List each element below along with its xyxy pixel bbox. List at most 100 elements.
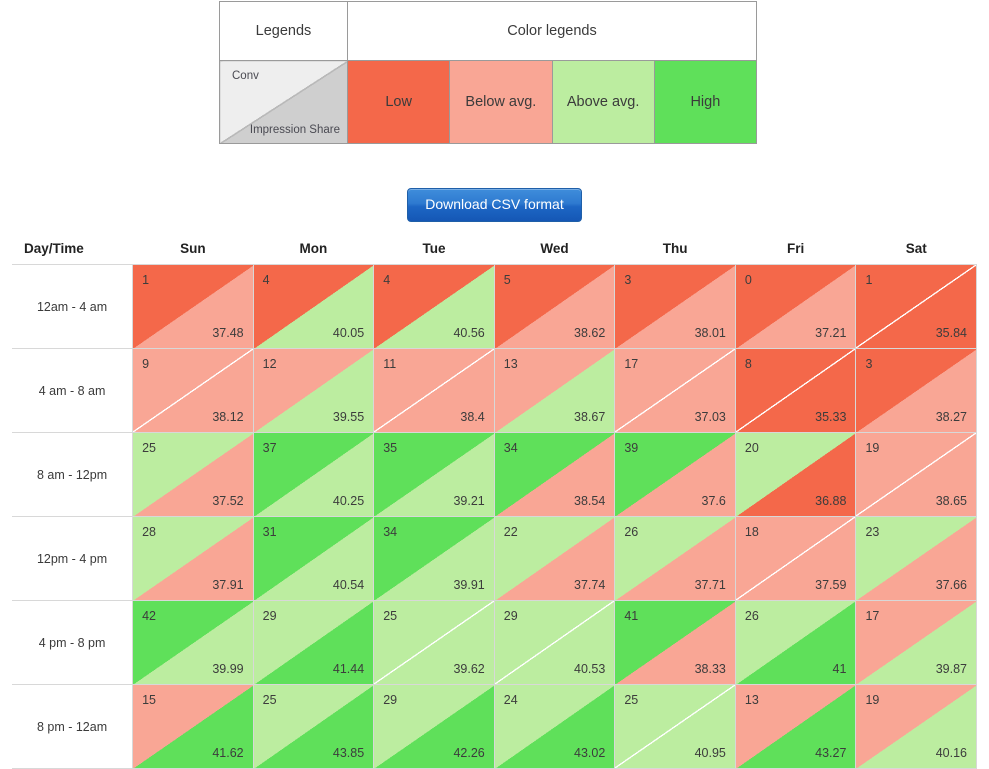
heatmap-cell-conversions: 17 xyxy=(865,609,880,623)
legend-impression-share-label: Impression Share xyxy=(249,124,340,136)
heatmap-cell[interactable]: 19 40.16 xyxy=(855,684,977,769)
heatmap-cell-conversions: 29 xyxy=(262,609,277,623)
heatmap-row: 8 pm - 12am 15 41.62 25 43.85 29 42.26 24 43.02 2… xyxy=(12,684,977,769)
heatmap-row-label: 12pm - 4 pm xyxy=(12,516,134,601)
heatmap-cell-conversions: 19 xyxy=(865,441,880,455)
heatmap-cell-conversions: 15 xyxy=(142,693,156,707)
heatmap-cell-conversions: 31 xyxy=(262,525,277,539)
heatmap-cell-conversions: 4 xyxy=(383,273,391,287)
heatmap-cell-impression-share: 40.95 xyxy=(694,746,726,760)
heatmap-cell-conversions: 5 xyxy=(503,273,511,287)
heatmap-cell[interactable]: 13 43.27 xyxy=(734,684,857,769)
heatmap-cell[interactable]: 28 37.91 xyxy=(132,516,254,601)
heatmap-cell[interactable]: 29 40.53 xyxy=(493,600,616,685)
heatmap-cell-conversions: 3 xyxy=(865,357,873,371)
legend-conv-label: Conv xyxy=(232,70,259,82)
heatmap-cell[interactable]: 37 40.25 xyxy=(252,432,375,517)
heatmap-cell[interactable]: 24 43.02 xyxy=(493,684,616,769)
heatmap-cell[interactable]: 25 39.62 xyxy=(373,600,495,685)
heatmap-cell-impression-share: 37.74 xyxy=(574,578,606,592)
legend-swatch-low: Low xyxy=(346,60,451,144)
heatmap-cell-conversions: 34 xyxy=(383,525,398,539)
heatmap-cell-conversions: 0 xyxy=(744,273,752,287)
heatmap-cell-conversions: 1 xyxy=(142,273,150,287)
heatmap-cell-impression-share: 38.65 xyxy=(935,494,967,508)
heatmap-cell-impression-share: 39.91 xyxy=(453,578,485,592)
heatmap-cell-impression-share: 40.56 xyxy=(453,326,485,340)
heatmap-cell[interactable]: 9 38.12 xyxy=(132,348,254,433)
heatmap-cell[interactable]: 13 38.67 xyxy=(493,348,616,433)
heatmap-cell[interactable]: 23 37.66 xyxy=(855,516,977,601)
heatmap-cell[interactable]: 1 37.48 xyxy=(132,264,254,349)
legend-table: Legends Color legends Conv Impression Sh… xyxy=(219,1,758,144)
heatmap-cell[interactable]: 15 41.62 xyxy=(132,684,254,769)
heatmap-cell[interactable]: 34 39.91 xyxy=(373,516,495,601)
legend-swatch-above-avg: Above avg. xyxy=(551,60,655,144)
heatmap-cell[interactable]: 4 40.56 xyxy=(373,264,495,349)
heatmap-row: 4 pm - 8 pm 42 39.99 29 41.44 25 39.62 29 40.53 4… xyxy=(12,600,977,685)
heatmap-cell[interactable]: 31 40.54 xyxy=(252,516,375,601)
legend-swatch-row: Conv Impression Share Low Below avg. Abo… xyxy=(219,60,758,144)
heatmap-cell[interactable]: 42 39.99 xyxy=(132,600,254,685)
heatmap-cell-impression-share: 36.88 xyxy=(815,494,847,508)
heatmap-col-header-sun: Sun xyxy=(132,238,254,265)
heatmap-cell-conversions: 18 xyxy=(744,525,759,539)
heatmap-cell-conversions: 35 xyxy=(383,441,398,455)
heatmap-cell-conversions: 26 xyxy=(624,525,639,539)
heatmap-cell[interactable]: 26 41 xyxy=(734,600,857,685)
heatmap-row: 12pm - 4 pm 28 37.91 31 40.54 34 39.91 22 37.74 2… xyxy=(12,516,977,601)
heatmap-cell[interactable]: 22 37.74 xyxy=(493,516,616,601)
heatmap-row: 12am - 4 am 1 37.48 4 40.05 4 40.56 5 38.62 3 38.0… xyxy=(12,264,977,349)
heatmap-cell-conversions: 9 xyxy=(142,357,150,371)
heatmap-cell[interactable]: 12 39.55 xyxy=(252,348,375,433)
heatmap-cell[interactable]: 25 40.95 xyxy=(614,684,736,769)
heatmap-cell-conversions: 42 xyxy=(142,609,156,623)
heatmap-cell[interactable]: 39 37.6 xyxy=(614,432,736,517)
heatmap-cell[interactable]: 29 42.26 xyxy=(373,684,495,769)
heatmap-cell-impression-share: 38.27 xyxy=(935,410,967,424)
heatmap-cell[interactable]: 25 37.52 xyxy=(132,432,254,517)
heatmap-cell[interactable]: 17 37.03 xyxy=(614,348,736,433)
heatmap-cell-impression-share: 41 xyxy=(832,662,847,676)
heatmap-cell-impression-share: 38.67 xyxy=(574,410,606,424)
heatmap-cell[interactable]: 25 43.85 xyxy=(252,684,375,769)
heatmap-cell-impression-share: 41.62 xyxy=(212,746,244,760)
heatmap-cell-conversions: 39 xyxy=(624,441,639,455)
heatmap-cell-conversions: 8 xyxy=(744,357,752,371)
heatmap-cell[interactable]: 17 39.87 xyxy=(855,600,977,685)
heatmap-row-label: 4 pm - 8 pm xyxy=(12,600,134,685)
heatmap-cell-impression-share: 39.87 xyxy=(935,662,967,676)
heatmap-cell-impression-share: 40.05 xyxy=(332,326,365,340)
heatmap-cell-conversions: 13 xyxy=(503,357,518,371)
heatmap-cell-impression-share: 39.21 xyxy=(453,494,485,508)
heatmap-cell[interactable]: 1 35.84 xyxy=(855,264,977,349)
heatmap-cell[interactable]: 20 36.88 xyxy=(734,432,857,517)
heatmap-cell-impression-share: 40.53 xyxy=(574,662,606,676)
heatmap-cell[interactable]: 11 38.4 xyxy=(373,348,495,433)
legend-header-color-legends: Color legends xyxy=(347,1,757,61)
heatmap-cell-conversions: 4 xyxy=(262,273,270,287)
heatmap-cell[interactable]: 19 38.65 xyxy=(855,432,977,517)
heatmap-cell[interactable]: 34 38.54 xyxy=(493,432,616,517)
heatmap-cell-impression-share: 38.01 xyxy=(694,326,726,340)
heatmap-cell[interactable]: 3 38.01 xyxy=(614,264,736,349)
heatmap-cell[interactable]: 41 38.33 xyxy=(614,600,736,685)
heatmap-cell-impression-share: 37.59 xyxy=(815,578,847,592)
heatmap-cell[interactable]: 3 38.27 xyxy=(855,348,977,433)
heatmap-cell[interactable]: 0 37.21 xyxy=(734,264,857,349)
heatmap-cell-impression-share: 43.27 xyxy=(815,746,847,760)
heatmap-cell-impression-share: 38.12 xyxy=(212,410,244,424)
heatmap-row-label: 8 am - 12pm xyxy=(12,432,134,517)
heatmap-cell[interactable]: 5 38.62 xyxy=(493,264,616,349)
heatmap-cell[interactable]: 35 39.21 xyxy=(373,432,495,517)
heatmap-cell[interactable]: 8 35.33 xyxy=(734,348,857,433)
heatmap-cell[interactable]: 18 37.59 xyxy=(734,516,857,601)
download-csv-button[interactable]: Download CSV format xyxy=(407,188,582,223)
heatmap-cell-conversions: 25 xyxy=(624,693,639,707)
heatmap-cell[interactable]: 26 37.71 xyxy=(614,516,736,601)
heatmap-cell[interactable]: 29 41.44 xyxy=(252,600,375,685)
heatmap-cell-conversions: 29 xyxy=(503,609,518,623)
heatmap-col-header-sat: Sat xyxy=(855,238,977,265)
heatmap-cell[interactable]: 4 40.05 xyxy=(252,264,375,349)
heatmap-row-label: 12am - 4 am xyxy=(12,264,134,349)
